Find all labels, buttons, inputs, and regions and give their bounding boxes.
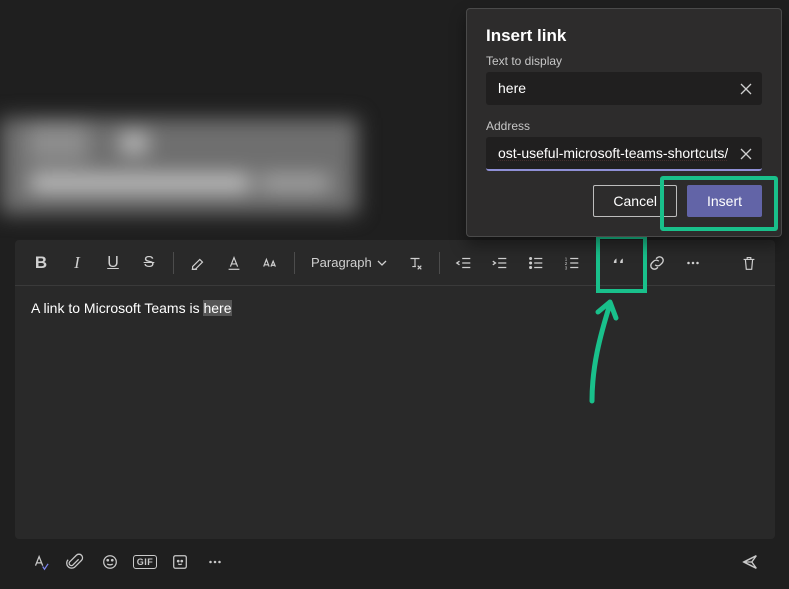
separator: [173, 252, 174, 274]
bold-button[interactable]: B: [25, 247, 57, 279]
clear-text-icon[interactable]: [738, 81, 754, 97]
dialog-title: Insert link: [486, 26, 762, 46]
attach-button[interactable]: [62, 549, 88, 575]
compose-bottom-bar: GIF: [15, 544, 775, 580]
compose-editor: B I U S Paragraph 12: [15, 240, 775, 539]
indent-button[interactable]: [484, 247, 516, 279]
separator: [439, 252, 440, 274]
editor-content[interactable]: A link to Microsoft Teams is here: [15, 286, 775, 330]
gif-label: GIF: [133, 555, 158, 569]
font-color-button[interactable]: [218, 247, 250, 279]
quote-button[interactable]: [605, 247, 637, 279]
editor-selected-text: here: [203, 300, 231, 316]
sticker-button[interactable]: [167, 549, 193, 575]
clear-formatting-button[interactable]: [399, 247, 431, 279]
formatting-toolbar: B I U S Paragraph 12: [15, 240, 775, 286]
bullet-list-button[interactable]: [520, 247, 552, 279]
conversation-header-blurred: [0, 118, 358, 214]
font-size-button[interactable]: [254, 247, 286, 279]
insert-link-button[interactable]: [641, 247, 673, 279]
send-button[interactable]: [737, 549, 763, 575]
delete-button[interactable]: [733, 247, 765, 279]
text-to-display-input[interactable]: [486, 72, 762, 105]
clear-address-icon[interactable]: [738, 146, 754, 162]
insert-button[interactable]: Insert: [687, 185, 762, 217]
paragraph-dropdown[interactable]: Paragraph: [303, 255, 395, 270]
more-options-button[interactable]: [677, 247, 709, 279]
svg-text:3: 3: [565, 265, 568, 270]
editor-text: A link to Microsoft Teams is: [31, 300, 203, 316]
underline-button[interactable]: U: [97, 247, 129, 279]
address-label: Address: [486, 119, 762, 133]
insert-link-dialog: Insert link Text to display Address Canc…: [466, 8, 782, 237]
outdent-button[interactable]: [448, 247, 480, 279]
cancel-button[interactable]: Cancel: [593, 185, 677, 217]
more-actions-button[interactable]: [202, 549, 228, 575]
italic-button[interactable]: I: [61, 247, 93, 279]
numbered-list-button[interactable]: 123: [556, 247, 588, 279]
text-to-display-label: Text to display: [486, 54, 762, 68]
highlight-button[interactable]: [182, 247, 214, 279]
strikethrough-button[interactable]: S: [133, 247, 165, 279]
address-input[interactable]: [486, 137, 762, 171]
separator: [294, 252, 295, 274]
format-button[interactable]: [27, 549, 53, 575]
emoji-button[interactable]: [97, 549, 123, 575]
paragraph-label: Paragraph: [311, 255, 372, 270]
gif-button[interactable]: GIF: [132, 549, 158, 575]
chevron-down-icon: [377, 258, 387, 268]
separator: [596, 252, 597, 274]
